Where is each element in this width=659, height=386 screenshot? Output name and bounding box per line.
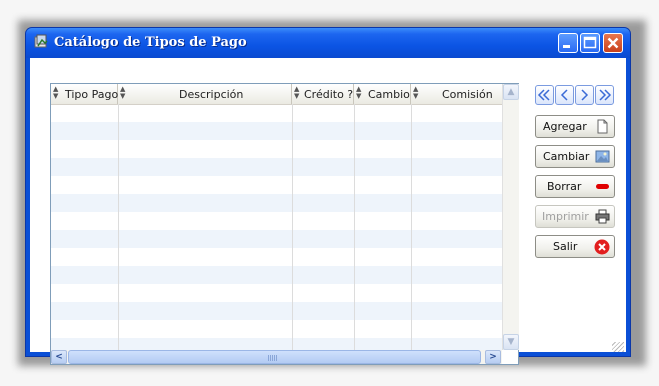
next-icon [581,89,589,101]
sort-arrows-icon: ▲ ▼ [356,85,362,100]
column-divider [118,104,119,350]
delete-button[interactable]: Borrar [535,175,615,198]
header-comision[interactable]: ▲ ▼ Comisión [411,84,502,104]
scroll-up-button[interactable]: ▲ [503,84,519,100]
print-button[interactable]: Imprimir [535,205,615,228]
previous-record-button[interactable] [555,85,574,105]
sort-arrows-icon: ▲ ▼ [53,85,59,100]
sort-arrows-icon: ▲ ▼ [413,85,419,100]
close-button[interactable] [603,33,623,53]
app-icon [34,34,48,48]
sort-arrows-icon: ▲ ▼ [120,85,126,100]
sort-arrows-icon: ▲ ▼ [294,85,300,100]
column-divider [292,104,293,350]
chevron-left-icon: < [55,352,63,362]
column-divider [354,104,355,350]
scroll-right-button[interactable]: > [485,350,501,364]
scroll-down-button[interactable]: ▼ [503,334,519,350]
minus-icon [596,184,609,189]
header-tipo-pago[interactable]: ▲ ▼ Tipo Pago [51,84,118,104]
first-icon [537,89,550,101]
header-credito[interactable]: ▲ ▼ Crédito ? [292,84,354,104]
close-circle-icon [594,239,610,255]
new-document-icon [597,119,608,134]
title-bar[interactable]: Catálogo de Tipos de Pago [26,28,630,58]
resize-grip-icon[interactable] [612,342,624,352]
printer-icon [595,209,610,224]
picture-icon [595,150,610,163]
exit-button[interactable]: Salir [535,235,615,258]
header-cambio[interactable]: ▲ ▼ Cambio [354,84,411,104]
maximize-button[interactable] [580,33,600,53]
add-button[interactable]: Agregar [535,115,615,138]
chevron-down-icon: ▼ [507,337,515,347]
chevron-up-icon: ▲ [507,87,515,97]
header-descripcion[interactable]: ▲ ▼ Descripción [118,84,292,104]
column-divider [411,104,412,350]
first-record-button[interactable] [535,85,554,105]
window-title: Catálogo de Tipos de Pago [54,35,247,50]
edit-button[interactable]: Cambiar [535,145,615,168]
scroll-left-button[interactable]: < [51,350,67,364]
horizontal-scrollbar[interactable]: < > [51,350,502,364]
maximize-icon [583,36,597,49]
scroll-thumb[interactable] [68,350,481,364]
last-record-button[interactable] [595,85,614,105]
minimize-icon [563,45,570,48]
last-icon [599,89,612,101]
minimize-button[interactable] [558,33,578,53]
previous-icon [560,89,568,101]
next-record-button[interactable] [575,85,594,105]
vertical-scrollbar[interactable]: ▲ ▼ [502,84,519,350]
payment-types-grid[interactable]: ▲ ▼ Tipo Pago ▲ ▼ Descripción ▲ ▼ Crédito ?… [50,83,519,365]
grid-header: ▲ ▼ Tipo Pago ▲ ▼ Descripción ▲ ▼ Crédito ?… [51,84,502,105]
grip-icon [268,355,278,361]
chevron-right-icon: > [489,352,497,362]
close-icon [607,37,619,49]
